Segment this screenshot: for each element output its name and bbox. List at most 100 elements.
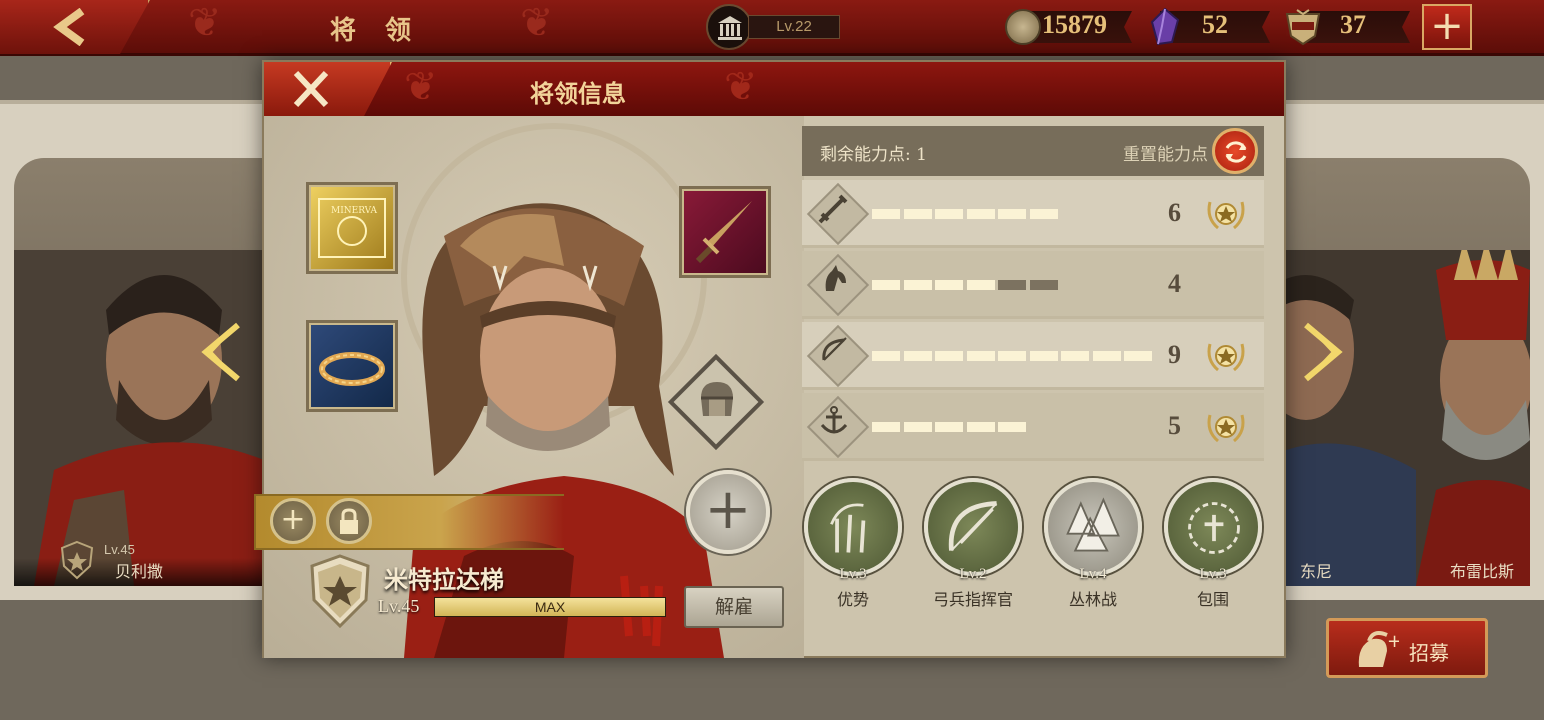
- stat-bar-segment: [903, 209, 932, 219]
- stat-bar-segment: [935, 280, 963, 290]
- skill-level: Lv.2: [959, 566, 987, 582]
- anchor-icon: [820, 406, 848, 434]
- back-button[interactable]: [0, 0, 150, 54]
- warrior-helmet-icon: [701, 382, 733, 416]
- hero-card-left[interactable]: 贝利撒 Lv.45: [14, 250, 264, 586]
- top-bar: ❦ 将 领 ❦ Lv.22 15879 52 37 +: [0, 0, 1544, 56]
- prev-hero-button[interactable]: [198, 318, 242, 400]
- stat-row[interactable]: 5: [802, 393, 1264, 461]
- equipment-slot-laurel[interactable]: [306, 320, 398, 412]
- horse-icon: [825, 265, 846, 291]
- stat-bar-segment: [1029, 351, 1058, 361]
- skill-level: Lv.4: [1079, 566, 1107, 582]
- page-title: 将 领: [330, 16, 422, 46]
- skill-button[interactable]: [804, 478, 902, 576]
- spqr-banner-icon: [1285, 9, 1321, 46]
- hero-info-dialog: ❦ 将领信息 ❦ MINERVA + + 米特拉达梯 Lv.45 MAX 解雇 …: [254, 60, 1286, 658]
- stat-bar-segment: [935, 209, 963, 219]
- stat-bar-segment: [935, 351, 963, 361]
- stat-row[interactable]: 4: [802, 251, 1264, 319]
- helmet-plus-icon: +: [1358, 631, 1399, 667]
- locked-slot-button[interactable]: [326, 498, 372, 544]
- temple-icon: [718, 16, 742, 40]
- hero-level: Lv.45: [378, 596, 420, 616]
- svg-text:+: +: [1387, 631, 1399, 652]
- archers-icon: [830, 503, 866, 553]
- laurel-right-decoration: ❦: [520, 0, 554, 46]
- gem-icon: [1150, 8, 1180, 46]
- laurel-right-decoration: ❦: [724, 64, 758, 110]
- rank-shield-icon: [310, 554, 370, 628]
- svg-text:MINERVA: MINERVA: [331, 206, 378, 216]
- stat-bar-segment: [903, 351, 932, 361]
- encircle-icon: [1188, 502, 1240, 554]
- stat-bar-segment: [935, 422, 963, 432]
- reset-points-button[interactable]: [1212, 128, 1258, 174]
- stat-bar-segment: [998, 209, 1026, 219]
- skill-name: 丛林战: [1068, 590, 1117, 609]
- dagger-icon: [695, 201, 752, 264]
- stat-bar-segment: [1029, 209, 1058, 219]
- stat-bar-segment: [998, 422, 1026, 432]
- back-arrow-icon: [53, 8, 85, 46]
- skill-button[interactable]: [924, 478, 1022, 576]
- add-resources-button[interactable]: +: [1422, 4, 1472, 50]
- close-button[interactable]: [264, 62, 392, 116]
- minerva-banner-icon: MINERVA: [318, 198, 386, 258]
- stat-bar-segment: [966, 351, 995, 361]
- stat-bar-segment: [1061, 351, 1089, 361]
- lock-icon: [340, 508, 358, 534]
- equipment-slot-weapon[interactable]: [679, 186, 771, 278]
- stat-value: 4: [1168, 269, 1181, 298]
- remaining-points: 剩余能力点: 1: [820, 140, 927, 165]
- stat-bar-segment: [1029, 280, 1058, 290]
- add-skill-button[interactable]: +: [686, 470, 770, 554]
- stat-bar-segment: [872, 209, 900, 219]
- dialog-title: 将领信息: [530, 79, 626, 108]
- stat-row[interactable]: 6: [802, 180, 1264, 248]
- reset-points-label: 重置能力点: [1123, 145, 1208, 165]
- hero-name: 米特拉达梯: [384, 565, 504, 594]
- remaining-points-value: 1: [916, 145, 927, 165]
- forest-icon: [1066, 497, 1120, 552]
- stat-row[interactable]: 9: [802, 322, 1264, 390]
- equipment-slot-banner[interactable]: MINERVA: [306, 182, 398, 274]
- stat-bar-segment: [998, 280, 1026, 290]
- rank-badge-left-icon: [60, 540, 94, 580]
- refresh-icon: [1225, 141, 1247, 163]
- stat-bar-segment: [903, 422, 932, 432]
- dialog-header: ❦ 将领信息 ❦: [264, 62, 1284, 116]
- dismiss-button[interactable]: 解雇: [684, 586, 784, 628]
- stat-bar-segment: [966, 209, 995, 219]
- stat-bar-segment: [872, 422, 900, 432]
- bow-icon: [822, 337, 847, 361]
- spqr-value: 37: [1340, 10, 1366, 39]
- coins-value: 15879: [1042, 10, 1107, 39]
- skill-name: 弓兵指挥官: [932, 590, 1013, 609]
- ability-points-bar: 剩余能力点: 1 重置能力点: [802, 126, 1264, 176]
- hero-name-left: 贝利撒: [14, 558, 264, 586]
- next-hero-button[interactable]: [1302, 318, 1346, 400]
- hero-card-right[interactable]: 东尼 布雷比斯: [1286, 250, 1530, 586]
- recruit-button[interactable]: + 招募: [1326, 618, 1488, 678]
- stat-bar-segment: [903, 280, 932, 290]
- add-slot-button[interactable]: +: [270, 498, 316, 544]
- stat-bar-segment: [966, 280, 995, 290]
- sword-icon: [818, 194, 848, 224]
- bow-skill-icon: [948, 501, 998, 552]
- hero-portrait-right: [1286, 250, 1530, 586]
- skill-button[interactable]: [1044, 478, 1142, 576]
- skill-level: Lv.3: [1199, 566, 1227, 582]
- stat-bar-segment: [1124, 351, 1152, 361]
- city-button[interactable]: [706, 4, 752, 50]
- star-badge-icon: [1207, 343, 1245, 372]
- star-badge-icon: [1207, 201, 1245, 230]
- remaining-points-label: 剩余能力点:: [820, 145, 911, 165]
- star-badge-icon: [1207, 414, 1245, 443]
- hero-level-left: Lv.45: [104, 542, 135, 557]
- hero-name-right-1: 东尼: [1299, 562, 1332, 581]
- hero-portrait-left: [14, 250, 264, 586]
- skill-button[interactable]: [1164, 478, 1262, 576]
- skill-name: 包围: [1196, 590, 1229, 609]
- coin-icon: [1005, 9, 1041, 45]
